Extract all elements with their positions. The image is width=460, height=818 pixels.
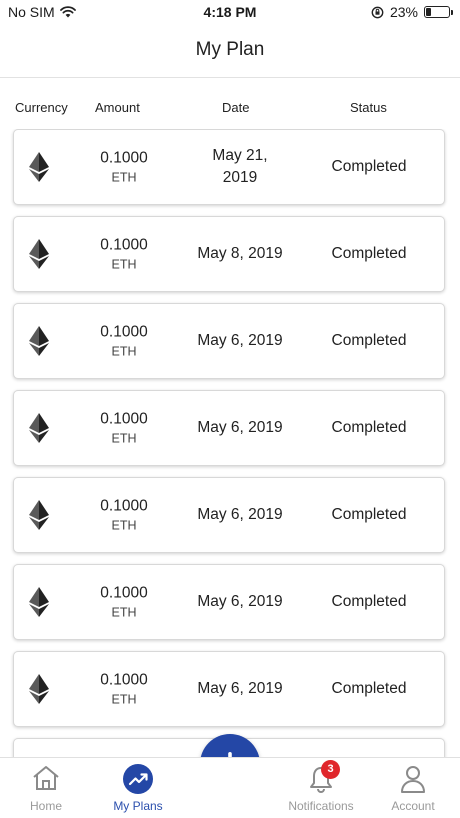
plan-list[interactable]: 0.1000 ETH May 21, 2019 Completed 0.1000 ETH M… [0,129,460,757]
plan-status: Completed [331,506,407,523]
plan-row[interactable]: 0.1000 ETH May 6, 2019 Completed [13,651,445,727]
status-right: 23% [371,4,453,20]
ethereum-icon [29,413,49,443]
plan-amount: 0.1000 ETH [84,237,164,272]
status-bar: No SIM 4:18 PM 23% [0,0,460,24]
tab-account-label: Account [391,799,435,813]
column-headers: Currency Amount Date Status [0,100,460,120]
plan-status: Completed [331,419,407,436]
plan-status: Completed [331,158,407,175]
plan-row[interactable]: 0.1000 ETH May 6, 2019 Completed [13,564,445,640]
plan-status: Completed [331,332,407,349]
plan-date: May 6, 2019 [197,419,283,436]
plan-row[interactable]: 0.1000 ETH May 6, 2019 Completed [13,477,445,553]
notifications-badge: 3 [321,760,340,779]
plan-amount-unit: ETH [111,518,137,533]
plan-amount-value: 0.1000 [100,410,148,428]
user-icon [401,766,425,793]
plan-amount: 0.1000 ETH [84,324,164,359]
plan-amount-value: 0.1000 [100,323,148,341]
page-header: My Plan [0,24,460,78]
column-header-amount: Amount [95,100,140,115]
plan-date: May 21, 2019 [212,147,268,186]
rotation-lock-icon [371,6,384,18]
ethereum-icon [29,587,49,617]
plan-date: May 6, 2019 [197,506,283,523]
plan-status: Completed [331,245,407,262]
tab-bar: Home My Plans 3 Notifications Account [0,757,460,818]
plan-amount-value: 0.1000 [100,149,148,167]
plan-amount: 0.1000 ETH [84,150,164,185]
battery-fill [426,8,431,16]
tab-notifications-label: Notifications [288,799,354,813]
plan-amount-unit: ETH [111,431,137,446]
tab-my-plans[interactable]: My Plans [98,758,178,818]
plan-amount-unit: ETH [111,605,137,620]
plan-row[interactable]: 0.1000 ETH May 8, 2019 Completed [13,216,445,292]
plan-amount-value: 0.1000 [100,584,148,602]
column-header-date: Date [222,100,250,115]
plan-amount-value: 0.1000 [100,671,148,689]
plan-amount: 0.1000 ETH [84,498,164,533]
ethereum-icon [29,674,49,704]
plan-amount: 0.1000 ETH [84,672,164,707]
home-icon [33,766,59,790]
column-header-status: Status [350,100,387,115]
tab-home[interactable]: Home [6,758,86,818]
plan-amount-unit: ETH [111,692,137,707]
plan-date: May 8, 2019 [197,245,283,262]
plan-amount-unit: ETH [111,170,137,185]
plan-row[interactable]: 0.1000 ETH May 6, 2019 Completed [13,303,445,379]
battery-icon [424,6,453,18]
ethereum-icon [29,326,49,356]
plan-amount-value: 0.1000 [100,236,148,254]
plan-date: May 6, 2019 [197,332,283,349]
plan-amount: 0.1000 ETH [84,411,164,446]
plan-amount: 0.1000 ETH [84,585,164,620]
tab-account[interactable]: Account [373,758,453,818]
plan-date: May 6, 2019 [197,593,283,610]
tab-notifications[interactable]: 3 Notifications [281,758,361,818]
page-title: My Plan [195,39,265,60]
plan-status: Completed [331,593,407,610]
plan-status: Completed [331,680,407,697]
ethereum-icon [29,500,49,530]
tab-home-label: Home [29,799,62,813]
ethereum-icon [29,152,49,182]
column-header-currency: Currency [15,100,68,115]
tab-my-plans-label: My Plans [113,799,163,813]
plan-amount-unit: ETH [111,257,137,272]
trending-up-icon [123,764,153,794]
battery-percent: 23% [389,4,418,20]
plan-amount-value: 0.1000 [100,497,148,515]
plan-date: May 6, 2019 [197,680,283,697]
plan-row[interactable]: 0.1000 ETH May 21, 2019 Completed [13,129,445,205]
plan-row[interactable]: 0.1000 ETH May 6, 2019 Completed [13,390,445,466]
plan-amount-unit: ETH [111,344,137,359]
ethereum-icon [29,239,49,269]
